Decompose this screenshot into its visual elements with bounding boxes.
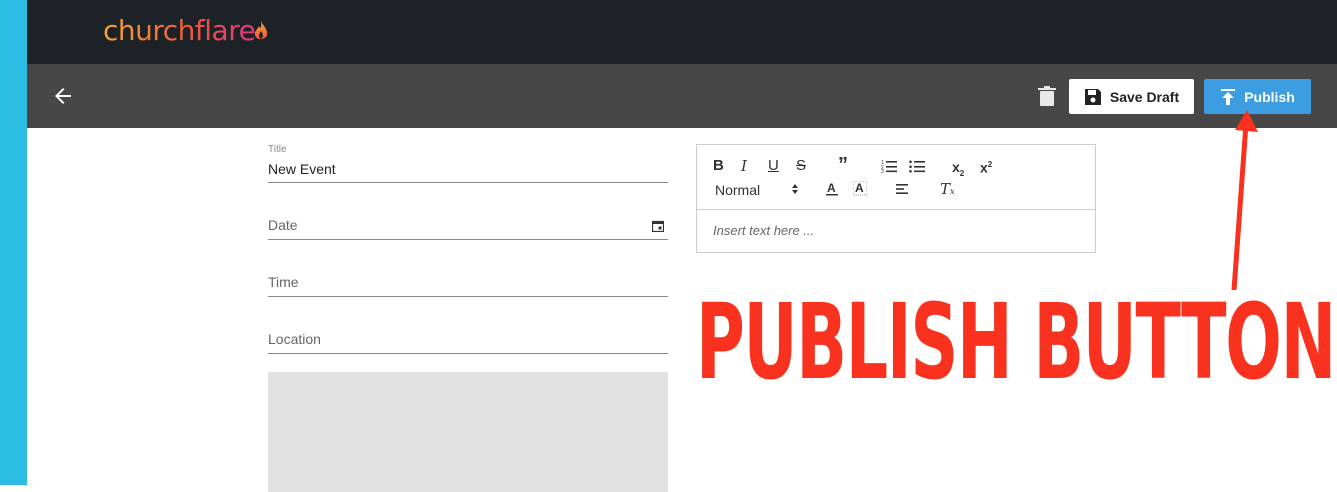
brand-logo: churchflare — [103, 14, 256, 47]
time-placeholder: Time — [268, 274, 299, 290]
editor-toolbar-bar: Save Draft Publish — [27, 64, 1337, 128]
strike-icon[interactable]: S — [796, 158, 806, 174]
date-placeholder: Date — [268, 217, 298, 233]
bold-icon[interactable]: B — [713, 158, 724, 174]
save-draft-button[interactable]: Save Draft — [1069, 79, 1194, 114]
header-select-value: Normal — [715, 182, 761, 198]
align-left-icon[interactable] — [896, 183, 910, 195]
svg-text:A: A — [827, 181, 836, 195]
bullet-list-icon[interactable] — [909, 159, 925, 173]
flame-icon — [254, 21, 268, 40]
top-navbar: churchflare — [27, 0, 1337, 64]
arrow-left-icon[interactable] — [51, 84, 75, 108]
title-label: Title — [268, 144, 287, 155]
italic-icon[interactable]: I — [741, 158, 747, 174]
editor-body[interactable]: Insert text here ... — [713, 223, 814, 238]
trash-icon[interactable] — [1037, 85, 1057, 107]
svg-text:A: A — [855, 181, 864, 195]
save-draft-label: Save Draft — [1109, 88, 1180, 105]
underline-icon[interactable]: U — [768, 158, 779, 174]
title-value: New Event — [268, 161, 336, 177]
left-accent-strip — [0, 0, 27, 485]
floppy-disk-icon — [1084, 88, 1101, 105]
upload-icon — [1221, 88, 1236, 105]
header-select[interactable]: Normal — [715, 182, 799, 198]
title-field[interactable]: Title New Event — [268, 144, 668, 183]
publish-annotation-text: PUBLISH BUTTON — [696, 281, 1336, 403]
date-field[interactable]: Date — [268, 205, 668, 240]
time-field[interactable]: Time — [268, 262, 668, 297]
publish-label: Publish — [1244, 88, 1295, 105]
location-field[interactable]: Location — [268, 319, 668, 354]
background-color-icon[interactable]: A — [853, 181, 867, 197]
svg-text:3: 3 — [881, 169, 884, 173]
subscript-icon[interactable]: x2 — [952, 159, 964, 182]
image-upload-area[interactable] — [268, 372, 668, 492]
superscript-icon[interactable]: x2 — [980, 157, 992, 176]
clear-format-icon[interactable]: Tx — [940, 181, 955, 200]
font-color-icon[interactable]: A — [825, 181, 839, 197]
updown-arrow-icon — [792, 184, 798, 194]
ordered-list-icon[interactable]: 123 — [881, 159, 897, 173]
location-placeholder: Location — [268, 331, 321, 347]
annotation-arrow — [1231, 110, 1258, 291]
calendar-icon[interactable] — [652, 220, 664, 232]
editor-format-toolbar: B I U S ” 123 x2 x2 Normal A A Tx — [697, 145, 1095, 210]
blockquote-icon[interactable]: ” — [838, 155, 848, 175]
rich-text-editor: B I U S ” 123 x2 x2 Normal A A Tx Insert… — [696, 144, 1096, 253]
